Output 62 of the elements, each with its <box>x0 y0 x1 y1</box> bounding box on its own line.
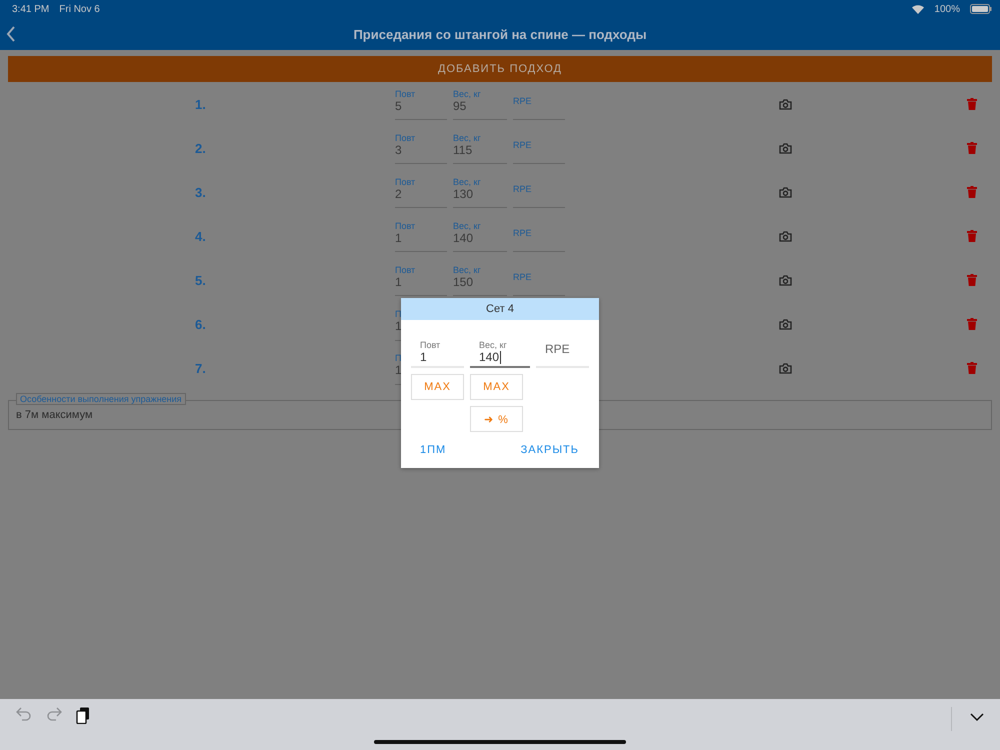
camera-icon[interactable] <box>778 230 792 242</box>
set-number: 7. <box>195 360 206 376</box>
trash-icon[interactable] <box>967 230 977 242</box>
trash-icon[interactable] <box>967 98 977 110</box>
reps-value: 1 <box>395 363 403 377</box>
camera-icon[interactable] <box>778 274 792 286</box>
set-field[interactable]: Повт 3 <box>395 126 447 164</box>
set-field[interactable]: Вес, кг 130 <box>453 170 507 208</box>
set-field[interactable]: RPE <box>513 126 565 164</box>
back-icon[interactable] <box>6 26 16 42</box>
status-time: 3:41 PM <box>12 4 50 14</box>
set-field[interactable]: RPE <box>513 258 565 296</box>
trash-icon[interactable] <box>967 318 977 330</box>
camera-icon[interactable] <box>778 186 792 198</box>
set-field[interactable]: RPE <box>513 170 565 208</box>
set-field[interactable]: RPE <box>513 214 565 252</box>
dialog-field[interactable]: RPE <box>536 336 589 368</box>
set-field[interactable]: Повт 5 <box>395 82 447 120</box>
trash-icon[interactable] <box>967 186 977 198</box>
reps-label: П <box>395 353 402 363</box>
reps-value: 1 <box>395 319 403 333</box>
clipboard-icon[interactable] <box>76 707 90 724</box>
add-set-button[interactable]: ДОБАВИТЬ ПОДХОД <box>8 56 992 82</box>
set-field[interactable]: Повт 2 <box>395 170 447 208</box>
camera-icon[interactable] <box>778 98 792 110</box>
set-number: 4. <box>195 228 206 244</box>
set-field[interactable]: Повт 1 <box>395 214 447 252</box>
set-field[interactable]: Вес, кг 95 <box>453 82 507 120</box>
one-rm-button[interactable]: 1ПМ <box>420 444 446 456</box>
set-field[interactable]: Вес, кг 115 <box>453 126 507 164</box>
redo-icon[interactable] <box>46 707 62 721</box>
set-number: 6. <box>195 316 206 332</box>
trash-icon[interactable] <box>967 362 977 374</box>
set-field[interactable]: RPE <box>513 82 565 120</box>
dialog-title: Сет 4 <box>401 298 599 320</box>
dialog-field[interactable]: Вес, кг 140 <box>470 336 530 368</box>
camera-icon[interactable] <box>778 142 792 154</box>
wifi-icon <box>912 4 924 14</box>
page-title: Приседания со штангой на спине — подходы <box>352 26 648 42</box>
set-number: 1. <box>195 96 206 112</box>
chevron-down-icon[interactable] <box>970 713 984 722</box>
undo-icon[interactable] <box>16 707 32 721</box>
trash-icon[interactable] <box>967 142 977 154</box>
battery-percent: 100% <box>934 4 960 14</box>
status-date: Fri Nov 6 <box>59 4 100 14</box>
set-field[interactable]: Вес, кг 140 <box>453 214 507 252</box>
set-number: 3. <box>195 184 206 200</box>
set-number: 5. <box>195 272 206 288</box>
reps-label: П <box>395 309 402 319</box>
trash-icon[interactable] <box>967 274 977 286</box>
max-button[interactable]: MAX <box>411 374 464 400</box>
battery-icon <box>970 4 992 14</box>
set-number: 2. <box>195 140 206 156</box>
set-field[interactable]: Повт 1 <box>395 258 447 296</box>
camera-icon[interactable] <box>778 318 792 330</box>
max-button[interactable]: MAX <box>470 374 523 400</box>
set-field[interactable]: Вес, кг 150 <box>453 258 507 296</box>
camera-icon[interactable] <box>778 362 792 374</box>
notes-legend: Особенности выполнения упражнения <box>16 393 186 405</box>
percent-button[interactable]: ➜ % <box>470 406 523 432</box>
close-button[interactable]: ЗАКРЫТЬ <box>520 444 579 456</box>
dialog-field[interactable]: Повт 1 <box>411 336 464 368</box>
